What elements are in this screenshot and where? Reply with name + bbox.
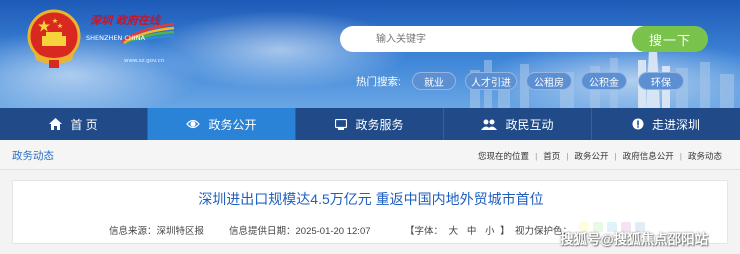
breadcrumb-item[interactable]: 政府信息公开: [623, 150, 674, 162]
breadcrumb-separator: |: [566, 151, 569, 161]
article-date: 信息提供日期：2025-01-20 12:07: [229, 226, 371, 237]
breadcrumb-separator: |: [679, 151, 682, 161]
font-size-close: 】: [500, 226, 510, 237]
breadcrumb-separator: |: [535, 151, 538, 161]
nav-item-label: 走进深圳: [651, 117, 700, 132]
hot-search-tag[interactable]: 就业: [412, 72, 456, 90]
national-emblem-icon: [27, 9, 81, 68]
nav-item-about-shenzhen[interactable]: 走进深圳: [592, 108, 740, 140]
font-size-label: 【字体：: [405, 226, 444, 237]
nav-item-label: 政务服务: [355, 117, 404, 132]
nav-item-label: 政务公开: [208, 117, 257, 132]
interaction-icon: [481, 119, 498, 130]
breadcrumb-item[interactable]: 政务公开: [575, 150, 609, 162]
font-size-small[interactable]: 小: [485, 226, 495, 237]
nav-item-home[interactable]: 首 页: [0, 108, 148, 140]
search-input[interactable]: [340, 26, 634, 52]
nav-item-label: 政民互动: [505, 117, 554, 132]
logo-english-text: SHENZHEN CHINA: [86, 34, 146, 42]
service-icon: [335, 118, 348, 130]
section-title: 政务动态: [12, 150, 54, 162]
hot-search-tag[interactable]: 公积金: [581, 72, 627, 90]
about-shenzhen-icon: [632, 118, 644, 130]
breadcrumb: 您现在的位置 | 首页 | 政务公开 | 政府信息公开 | 政务动态: [478, 150, 722, 162]
font-size-large[interactable]: 大: [449, 226, 459, 237]
breadcrumb-separator: |: [614, 151, 617, 161]
site-header: 深圳 政府在线 SHENZHEN CHINA www.sz.gov.cn 搜一下…: [0, 0, 740, 108]
watermark-text: 搜狐号@搜狐焦点邵阳站: [560, 232, 709, 247]
search-button[interactable]: 搜一下: [632, 26, 708, 52]
nav-item-open-government[interactable]: 政务公开: [148, 108, 296, 140]
breadcrumb-item[interactable]: 首页: [543, 150, 560, 162]
breadcrumb-location-label: 您现在的位置: [478, 151, 530, 161]
font-size-control: 【字体： 大 中 小 】: [405, 223, 510, 237]
logo-url-text: www.sz.gov.cn: [124, 58, 165, 64]
hot-search-tag[interactable]: 公租房: [526, 72, 572, 90]
nav-item-label: 首 页: [70, 117, 98, 132]
article-source: 信息来源：深圳特区报: [109, 226, 205, 237]
font-size-medium[interactable]: 中: [467, 226, 477, 237]
hot-search-tag[interactable]: 环保: [638, 72, 684, 90]
shenzhen-logo[interactable]: 深圳 政府在线 SHENZHEN CHINA www.sz.gov.cn: [84, 12, 175, 64]
home-icon: [49, 118, 63, 130]
breadcrumb-bar: 政务动态 您现在的位置 | 首页 | 政务公开 | 政府信息公开 | 政务动态: [0, 140, 740, 170]
hot-search-tag[interactable]: 人才引进: [465, 72, 517, 90]
nav-item-interaction[interactable]: 政民互动: [444, 108, 592, 140]
breadcrumb-item[interactable]: 政务动态: [688, 150, 722, 162]
hot-search-label: 热门搜索:: [356, 76, 401, 88]
article-title: 深圳进出口规模达4.5万亿元 重返中国内地外贸城市首位: [198, 191, 544, 207]
main-nav: 首 页 政务公开 政务服务 政民互动 走进深圳: [0, 108, 740, 140]
nav-item-services[interactable]: 政务服务: [296, 108, 444, 140]
open-government-icon: [186, 119, 201, 129]
